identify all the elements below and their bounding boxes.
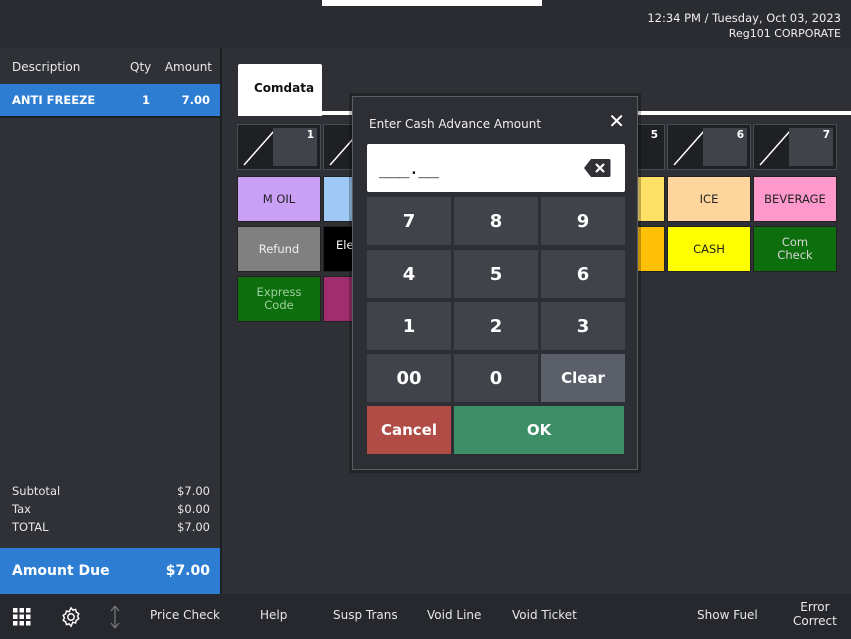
table-row[interactable]: ANTI FREEZE 1 7.00	[0, 84, 220, 116]
item-amount: 7.00	[181, 93, 210, 107]
register-info: Reg101 CORPORATE	[728, 27, 841, 40]
slot-number: 1	[306, 129, 314, 141]
show-fuel-button[interactable]: Show Fuel	[697, 608, 758, 622]
fuel-slot-7[interactable]: 7	[753, 124, 837, 170]
error-label: Error	[800, 600, 830, 614]
sort-arrows-icon[interactable]	[109, 605, 121, 629]
com-check-button[interactable]: Com Check	[753, 226, 837, 272]
tab-comdata[interactable]: Comdata	[238, 64, 322, 116]
col-amount: Amount	[164, 60, 212, 74]
void-line-button[interactable]: Void Line	[427, 608, 481, 622]
cash-button[interactable]: CASH	[667, 226, 751, 272]
dialog-title: Enter Cash Advance Amount	[369, 117, 542, 131]
footer-bar: Price Check Help Susp Trans Void Line Vo…	[0, 594, 851, 639]
col-description: Description	[12, 60, 81, 74]
beverage-button[interactable]: BEVERAGE	[753, 176, 837, 222]
tax-label: Tax	[12, 502, 31, 516]
col-qty: Qty	[130, 60, 152, 74]
key-3[interactable]: 3	[541, 302, 625, 350]
price-check-button[interactable]: Price Check	[150, 608, 220, 622]
key-0[interactable]: 0	[454, 354, 538, 402]
key-5[interactable]: 5	[454, 250, 538, 298]
total-label: TOTAL	[12, 520, 49, 534]
key-8[interactable]: 8	[454, 197, 538, 245]
top-bar: 12:34 PM / Tuesday, Oct 03, 2023 Reg101 …	[0, 0, 851, 48]
divider	[0, 116, 220, 118]
datetime-block: 12:34 PM / Tuesday, Oct 03, 2023 Reg101 …	[647, 10, 841, 42]
fuel-slot-6[interactable]: 6	[667, 124, 751, 170]
datetime: 12:34 PM / Tuesday, Oct 03, 2023	[647, 11, 841, 25]
amount-value: ___.__	[379, 158, 439, 179]
subtotal-row: Subtotal $7.00	[12, 484, 210, 502]
amount-due-bar: Amount Due $7.00	[0, 548, 220, 594]
key-4[interactable]: 4	[367, 250, 451, 298]
tax-row: Tax $0.00	[12, 502, 210, 520]
subtotal-value: $7.00	[177, 484, 210, 498]
ice-button[interactable]: ICE	[667, 176, 751, 222]
totals-block: Subtotal $7.00 Tax $0.00 TOTAL $7.00	[12, 484, 210, 538]
key-2[interactable]: 2	[454, 302, 538, 350]
item-qty: 1	[142, 93, 151, 107]
amount-due-label: Amount Due	[12, 563, 110, 579]
total-row: TOTAL $7.00	[12, 520, 210, 538]
correct-label: Correct	[793, 614, 837, 628]
amount-input[interactable]: ___.__	[367, 144, 625, 192]
key-9[interactable]: 9	[541, 197, 625, 245]
slot-number: 5	[650, 129, 658, 141]
close-icon[interactable]: ✕	[608, 109, 625, 133]
cancel-button[interactable]: Cancel	[367, 406, 451, 454]
void-ticket-button[interactable]: Void Ticket	[512, 608, 577, 622]
m-oil-button[interactable]: M OIL	[237, 176, 321, 222]
key-00[interactable]: 00	[367, 354, 451, 402]
key-6[interactable]: 6	[541, 250, 625, 298]
refund-button[interactable]: Refund	[237, 226, 321, 272]
grid-icon[interactable]	[12, 607, 32, 627]
error-correct-button[interactable]: Error Correct	[793, 600, 837, 628]
item-description: ANTI FREEZE	[12, 93, 96, 107]
cash-advance-dialog: Enter Cash Advance Amount ✕ ___.__ 7 8 9…	[352, 96, 638, 470]
top-notch	[322, 0, 542, 6]
ok-button[interactable]: OK	[454, 406, 624, 454]
total-value: $7.00	[177, 520, 210, 534]
amount-due-value: $7.00	[165, 563, 210, 579]
clear-button[interactable]: Clear	[541, 354, 625, 402]
tax-value: $0.00	[177, 502, 210, 516]
slot-number: 7	[822, 129, 830, 141]
key-7[interactable]: 7	[367, 197, 451, 245]
transaction-panel: Description Qty Amount ANTI FREEZE 1 7.0…	[0, 48, 222, 594]
key-1[interactable]: 1	[367, 302, 451, 350]
express-code-button[interactable]: Express Code	[237, 276, 321, 322]
backspace-icon[interactable]	[583, 158, 611, 178]
susp-trans-button[interactable]: Susp Trans	[333, 608, 398, 622]
help-button[interactable]: Help	[260, 608, 287, 622]
gear-icon[interactable]	[60, 606, 82, 628]
slot-number: 6	[736, 129, 744, 141]
fuel-slot-1[interactable]: 1	[237, 124, 321, 170]
subtotal-label: Subtotal	[12, 484, 61, 498]
